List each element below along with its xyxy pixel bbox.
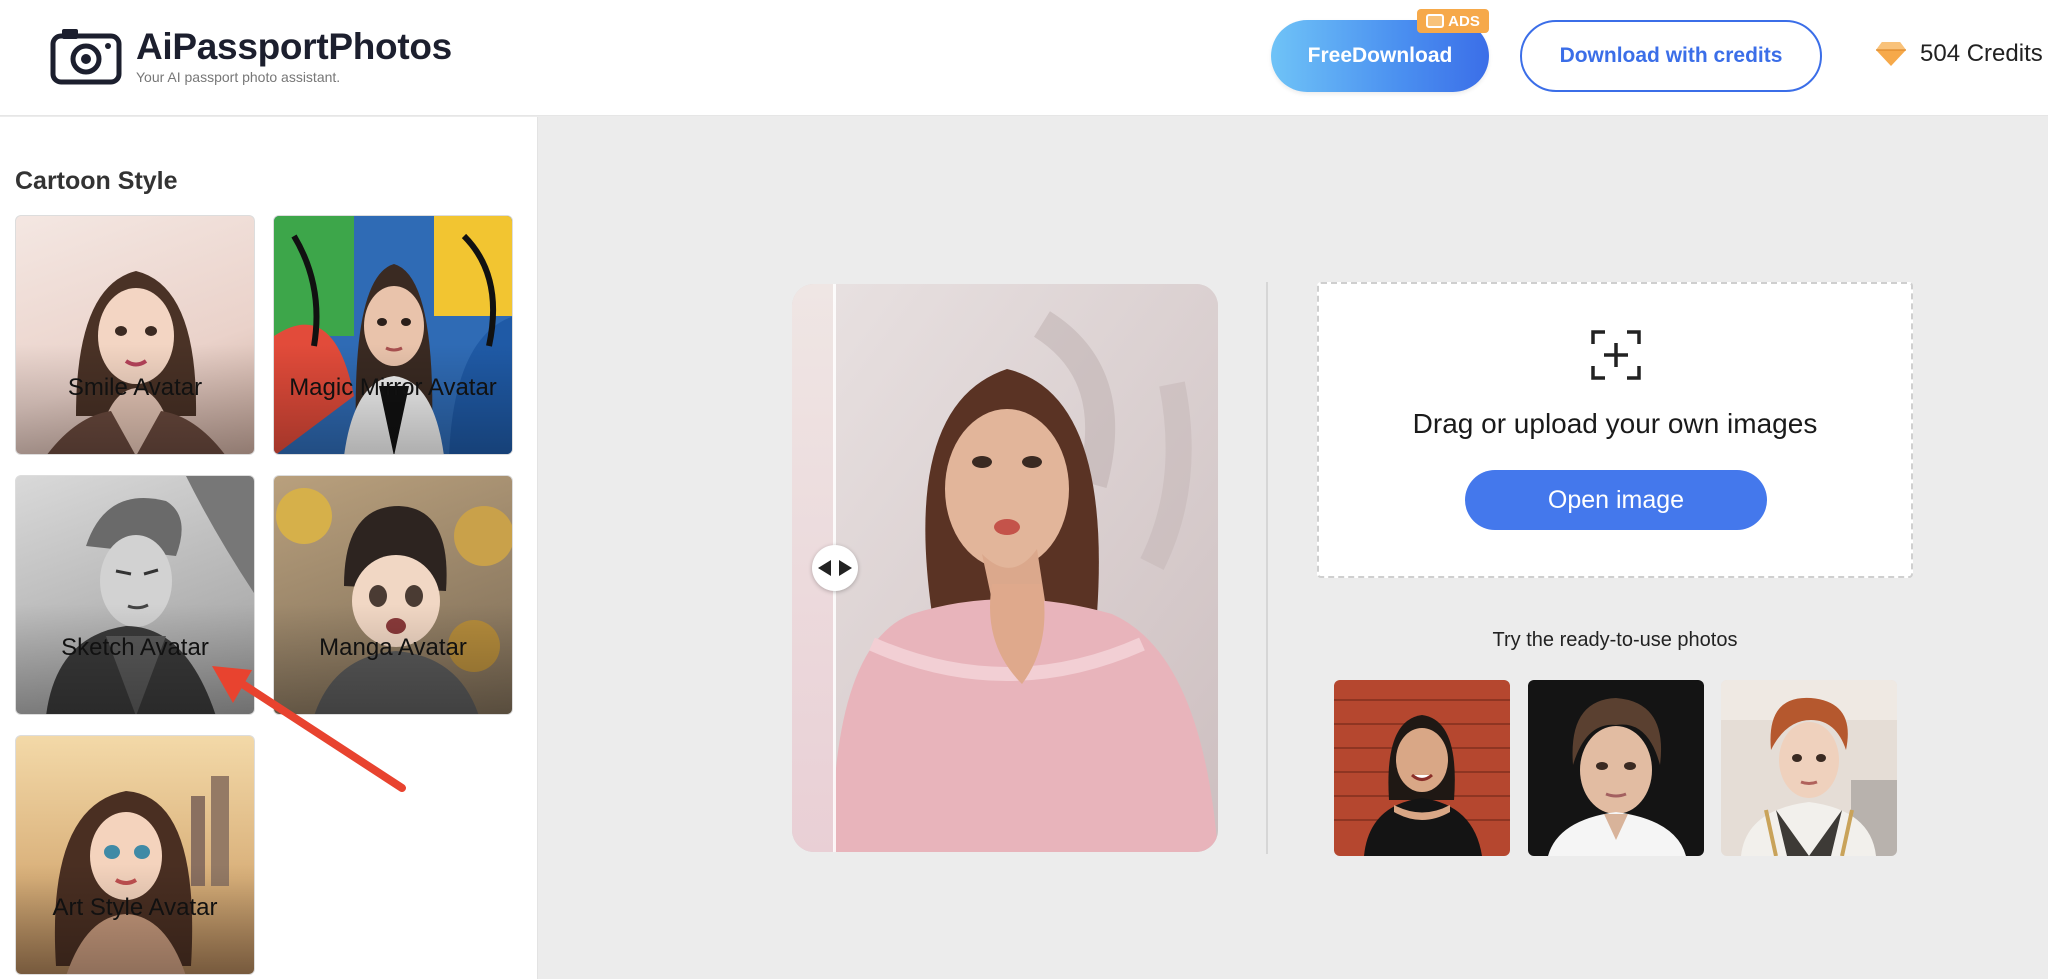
style-card-magic-mirror-avatar[interactable]: Magic Mirror Avatar	[273, 215, 513, 455]
style-card-manga-avatar[interactable]: Manga Avatar	[273, 475, 513, 715]
sample-photo-woman[interactable]	[1334, 680, 1510, 856]
style-card-label: Sketch Avatar	[61, 634, 209, 661]
download-with-credits-button[interactable]: Download with credits	[1520, 20, 1822, 92]
style-sidebar: Cartoon Style Smile Avatar Magic Mirror …	[0, 117, 538, 979]
compare-slider-handle[interactable]	[812, 545, 858, 591]
open-image-button[interactable]: Open image	[1465, 470, 1767, 530]
add-image-icon	[1591, 330, 1641, 380]
sample-photo-young-man[interactable]	[1721, 680, 1897, 856]
style-card-smile-avatar[interactable]: Smile Avatar	[15, 215, 255, 455]
drag-arrows-icon	[818, 560, 852, 576]
brand-tagline: Your AI passport photo assistant.	[136, 69, 341, 85]
vertical-divider	[1266, 282, 1268, 854]
diamond-icon	[1876, 42, 1906, 66]
ads-badge: ADS	[1417, 9, 1489, 33]
style-card-sketch-avatar[interactable]: Sketch Avatar	[15, 475, 255, 715]
camera-logo-icon[interactable]	[50, 26, 122, 86]
tv-icon	[1426, 14, 1445, 28]
style-card-label: Art Style Avatar	[52, 894, 218, 921]
credits-display[interactable]: 504 Credits	[1876, 40, 2043, 68]
sidebar-title: Cartoon Style	[15, 167, 178, 195]
upload-instructions: Drag or upload your own images	[1412, 408, 1818, 439]
upload-dropzone[interactable]: Drag or upload your own images Open imag…	[1317, 282, 1913, 578]
ads-label: ADS	[1448, 12, 1480, 30]
sample-photos-title: Try the ready-to-use photos	[1492, 629, 1738, 651]
top-header: AiPassportPhotos Your AI passport photo …	[0, 0, 2048, 116]
sample-photo-man[interactable]	[1528, 680, 1704, 856]
style-card-art-style-avatar[interactable]: Art Style Avatar	[15, 735, 255, 975]
brand-name[interactable]: AiPassportPhotos	[136, 26, 452, 68]
style-card-label: Smile Avatar	[67, 374, 203, 401]
style-card-label: Manga Avatar	[319, 634, 467, 661]
credits-count: 504 Credits	[1920, 40, 2043, 67]
style-card-label: Magic Mirror Avatar	[289, 374, 497, 401]
